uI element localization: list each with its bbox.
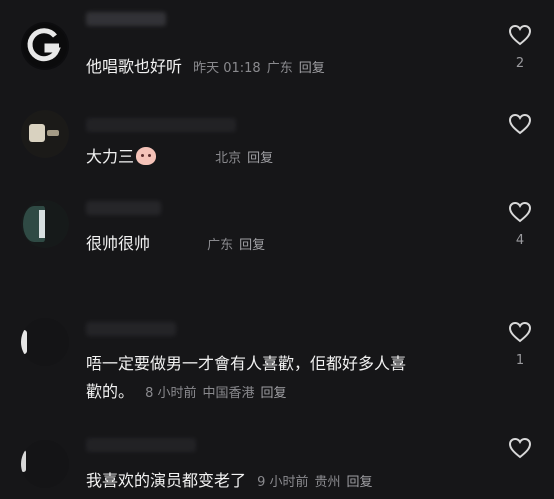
- like-count: 4: [515, 233, 525, 248]
- avatar[interactable]: [21, 440, 69, 488]
- heart-outline-icon: [508, 437, 532, 459]
- reply-button[interactable]: 回复: [299, 61, 325, 76]
- comment-meta: 北京 回复: [215, 151, 279, 166]
- avatar[interactable]: [21, 110, 69, 158]
- comment-location: 中国香港: [202, 386, 255, 401]
- comment-location: 北京: [215, 151, 242, 166]
- like-button[interactable]: 1: [506, 321, 534, 368]
- like-button[interactable]: [506, 437, 534, 459]
- comment-text: 歡的。 8 小时前 中国香港 回复: [86, 378, 293, 402]
- reply-button[interactable]: 回复: [347, 475, 373, 490]
- username-blurred[interactable]: [86, 118, 236, 132]
- heart-outline-icon: [508, 321, 532, 343]
- reply-button[interactable]: 回复: [247, 151, 273, 166]
- comment-text-line1: 唔一定要做男一才會有人喜歡，佢都好多人喜: [86, 354, 407, 373]
- username-blurred[interactable]: [86, 322, 176, 336]
- comment-meta: 9 小时前 贵州 回复: [257, 475, 378, 490]
- comment-meta: 昨天 01:18 广东 回复: [193, 61, 331, 76]
- like-count: 2: [515, 56, 525, 71]
- like-button[interactable]: 2: [506, 24, 534, 71]
- heart-outline-icon: [508, 24, 532, 46]
- avatar[interactable]: [21, 200, 69, 248]
- heart-outline-icon: [508, 201, 532, 223]
- comment-text: 很帅很帅 广东 回复: [86, 230, 271, 254]
- comment-text-line2: 歡的。: [86, 382, 135, 401]
- comment-body: 大力三: [86, 147, 135, 166]
- comment-body: 他唱歌也好听: [86, 57, 183, 76]
- comment-text: 他唱歌也好听 昨天 01:18 广东 回复: [86, 53, 331, 77]
- username-blurred[interactable]: [86, 201, 161, 215]
- comment-body: 我喜欢的演员都变老了: [86, 471, 247, 490]
- reply-button[interactable]: 回复: [239, 238, 265, 253]
- comment-location: 贵州: [314, 475, 341, 490]
- comment-text: 大力三 北京 回复: [86, 143, 279, 167]
- like-button[interactable]: 4: [506, 201, 534, 248]
- pig-face-emoji-icon: [136, 147, 157, 165]
- avatar[interactable]: [21, 22, 69, 70]
- comment-text: 我喜欢的演员都变老了 9 小时前 贵州 回复: [86, 467, 379, 491]
- comment-location: 广东: [266, 61, 293, 76]
- comment-time: 8 小时前: [145, 386, 197, 401]
- like-count: 1: [515, 353, 525, 368]
- avatar-logo-icon: [23, 24, 67, 68]
- comment-time: 昨天 01:18: [193, 61, 261, 76]
- comment-body: 很帅很帅: [86, 234, 151, 253]
- like-button[interactable]: [506, 113, 534, 135]
- comment-location: 广东: [207, 238, 234, 253]
- comment-meta: 8 小时前 中国香港 回复: [145, 386, 292, 401]
- heart-outline-icon: [508, 113, 532, 135]
- username-blurred[interactable]: [86, 438, 196, 452]
- reply-button[interactable]: 回复: [261, 386, 287, 401]
- comment-time: 9 小时前: [257, 475, 309, 490]
- avatar[interactable]: [21, 318, 69, 366]
- username-blurred[interactable]: [86, 12, 166, 26]
- comment-meta: 广东 回复: [207, 238, 271, 253]
